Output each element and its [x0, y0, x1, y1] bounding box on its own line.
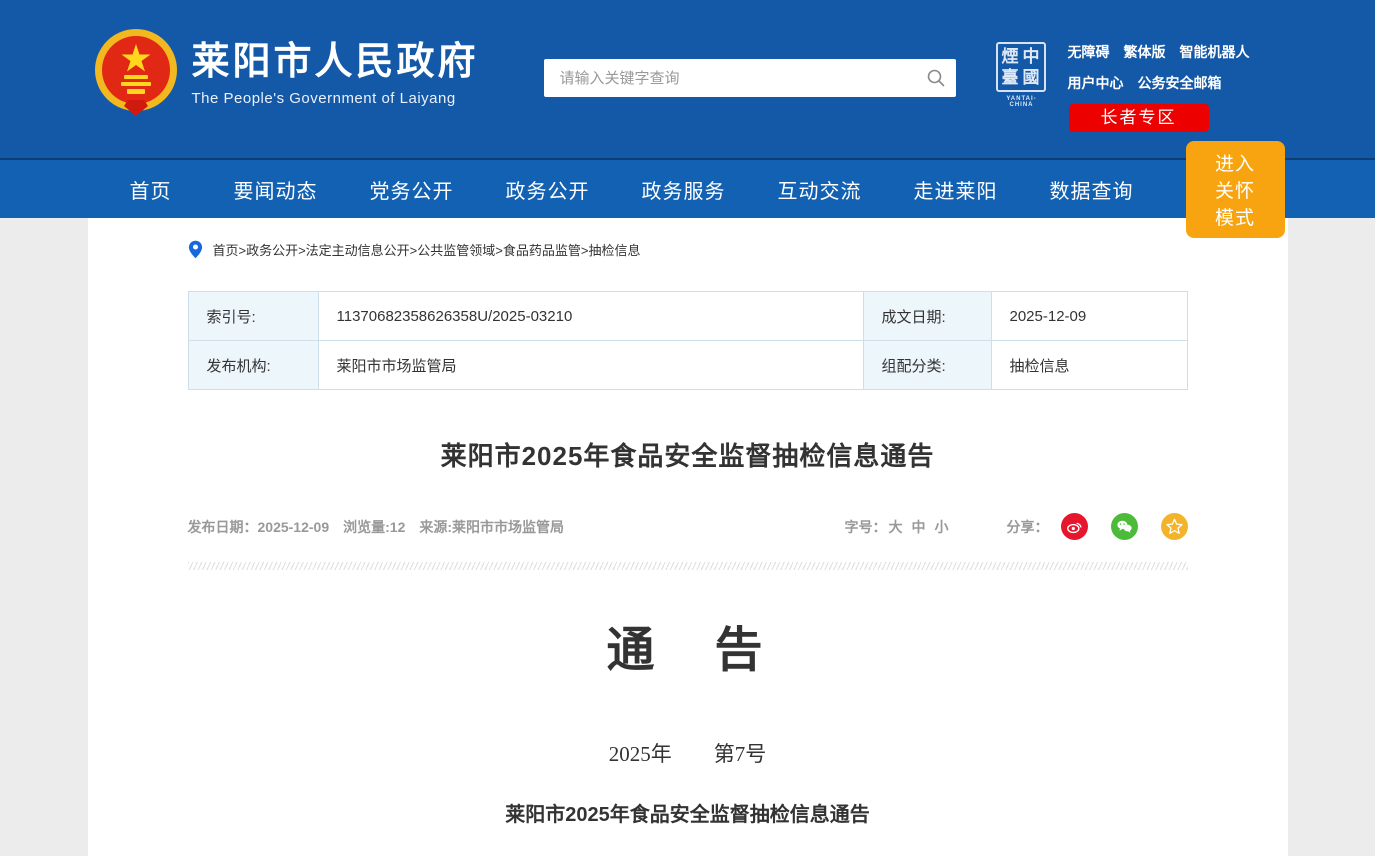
nav-item-about-laiyang[interactable]: 走进莱阳 — [914, 175, 998, 204]
breadcrumb: 首页>政务公开>法定主动信息公开>公共监管领域>食品药品监管>抽检信息 — [188, 240, 1188, 259]
doc-issuer-value: 莱阳市市场监管局 — [317, 340, 864, 390]
doc-info-table: 索引号: 11370682358626358U/2025-03210 成文日期:… — [187, 291, 1188, 390]
nav-item-gov-services[interactable]: 政务服务 — [642, 175, 726, 204]
site-subtitle: The People's Government of Laiyang — [191, 90, 456, 108]
view-count: 浏览量:12 — [343, 518, 406, 535]
font-size-medium[interactable]: 中 — [912, 517, 926, 537]
doc-issuer-label: 发布机构: — [187, 340, 319, 390]
nav-item-data-query[interactable]: 数据查询 — [1050, 175, 1134, 204]
doc-category-value: 抽检信息 — [990, 340, 1188, 390]
search-input[interactable] — [543, 59, 916, 97]
doc-category-label: 组配分类: — [862, 340, 992, 390]
font-size-large[interactable]: 大 — [889, 517, 903, 537]
notice-body-paragraph: 根据《中华人民共和国食品安全法》及其实施条例等有关规定和莱阳市食品安全监督抽检计… — [173, 847, 1203, 856]
site-title: 莱阳市人民政府 — [191, 40, 479, 83]
nav-item-interaction[interactable]: 互动交流 — [778, 175, 862, 204]
notice-heading: 通 告 — [606, 624, 769, 677]
article-meta: 发布日期：2025-12-09 浏览量:12 来源:莱阳市市场监管局 字号： 大… — [188, 513, 1188, 540]
nav-item-news[interactable]: 要闻动态 — [234, 175, 318, 204]
doc-index-value: 11370682358626358U/2025-03210 — [317, 291, 864, 341]
nav-item-party-affairs[interactable]: 党务公开 — [370, 175, 454, 204]
publish-date: 发布日期：2025-12-09 — [187, 518, 330, 535]
seal-char: 中 — [1022, 47, 1040, 66]
nav-item-home[interactable]: 首页 — [130, 175, 172, 204]
location-pin-icon — [188, 240, 203, 259]
source: 来源:莱阳市市场监管局 — [419, 518, 565, 535]
qzone-share-icon[interactable] — [1160, 513, 1188, 540]
page-title: 莱阳市2025年食品安全监督抽检信息通告 — [440, 441, 935, 471]
site-brand[interactable]: 莱阳市人民政府 The People's Government of Laiya… — [94, 28, 479, 120]
seal-char: 國 — [1022, 68, 1040, 87]
yantai-china-logo: 煙 中 臺 國 YANTAI-CHINA — [995, 42, 1048, 108]
font-size-label: 字号： — [844, 518, 887, 535]
seal-char: 煙 — [1001, 47, 1019, 66]
link-gov-secure-mail[interactable]: 公务安全邮箱 — [1138, 73, 1222, 93]
search-button[interactable] — [916, 59, 956, 97]
wechat-share-icon[interactable] — [1110, 513, 1138, 540]
table-row: 发布机构: 莱阳市市场监管局 组配分类: 抽检信息 — [187, 340, 1188, 390]
doc-index-label: 索引号: — [187, 291, 319, 341]
doc-date-value: 2025-12-09 — [990, 291, 1188, 341]
weibo-share-icon[interactable] — [1060, 513, 1088, 540]
main-nav: 首页 要闻动态 党务公开 政务公开 政务服务 互动交流 走进莱阳 数据查询 进入… — [0, 140, 1375, 238]
notice-issue-number: 2025年 第7号 — [608, 742, 767, 766]
link-user-center[interactable]: 用户中心 — [1068, 73, 1124, 93]
seal-char: 臺 — [1001, 68, 1019, 87]
article-page: 首页>政务公开>法定主动信息公开>公共监管领域>食品药品监管>抽检信息 索引号:… — [87, 218, 1288, 856]
header-search — [543, 59, 956, 97]
national-emblem-icon — [94, 29, 177, 116]
search-icon — [927, 69, 944, 87]
nav-item-gov-disclosure[interactable]: 政务公开 — [506, 175, 590, 204]
notice-subtitle: 莱阳市2025年食品安全监督抽检信息通告 — [505, 804, 870, 826]
dotted-divider — [187, 562, 1188, 570]
font-size-small[interactable]: 小 — [935, 517, 949, 537]
link-traditional-chinese[interactable]: 繁体版 — [1124, 42, 1166, 62]
breadcrumb-path[interactable]: 首页>政务公开>法定主动信息公开>公共监管领域>食品药品监管>抽检信息 — [213, 240, 641, 259]
doc-date-label: 成文日期: — [862, 291, 992, 341]
site-header: 莱阳市人民政府 The People's Government of Laiya… — [0, 0, 1375, 160]
elder-zone-button[interactable]: 长者专区 — [1068, 104, 1209, 132]
link-smart-robot[interactable]: 智能机器人 — [1180, 42, 1250, 62]
seal-caption: YANTAI-CHINA — [1006, 96, 1037, 108]
table-row: 索引号: 11370682358626358U/2025-03210 成文日期:… — [187, 291, 1188, 341]
link-accessibility[interactable]: 无障碍 — [1068, 42, 1110, 62]
share-label: 分享： — [1006, 518, 1049, 535]
